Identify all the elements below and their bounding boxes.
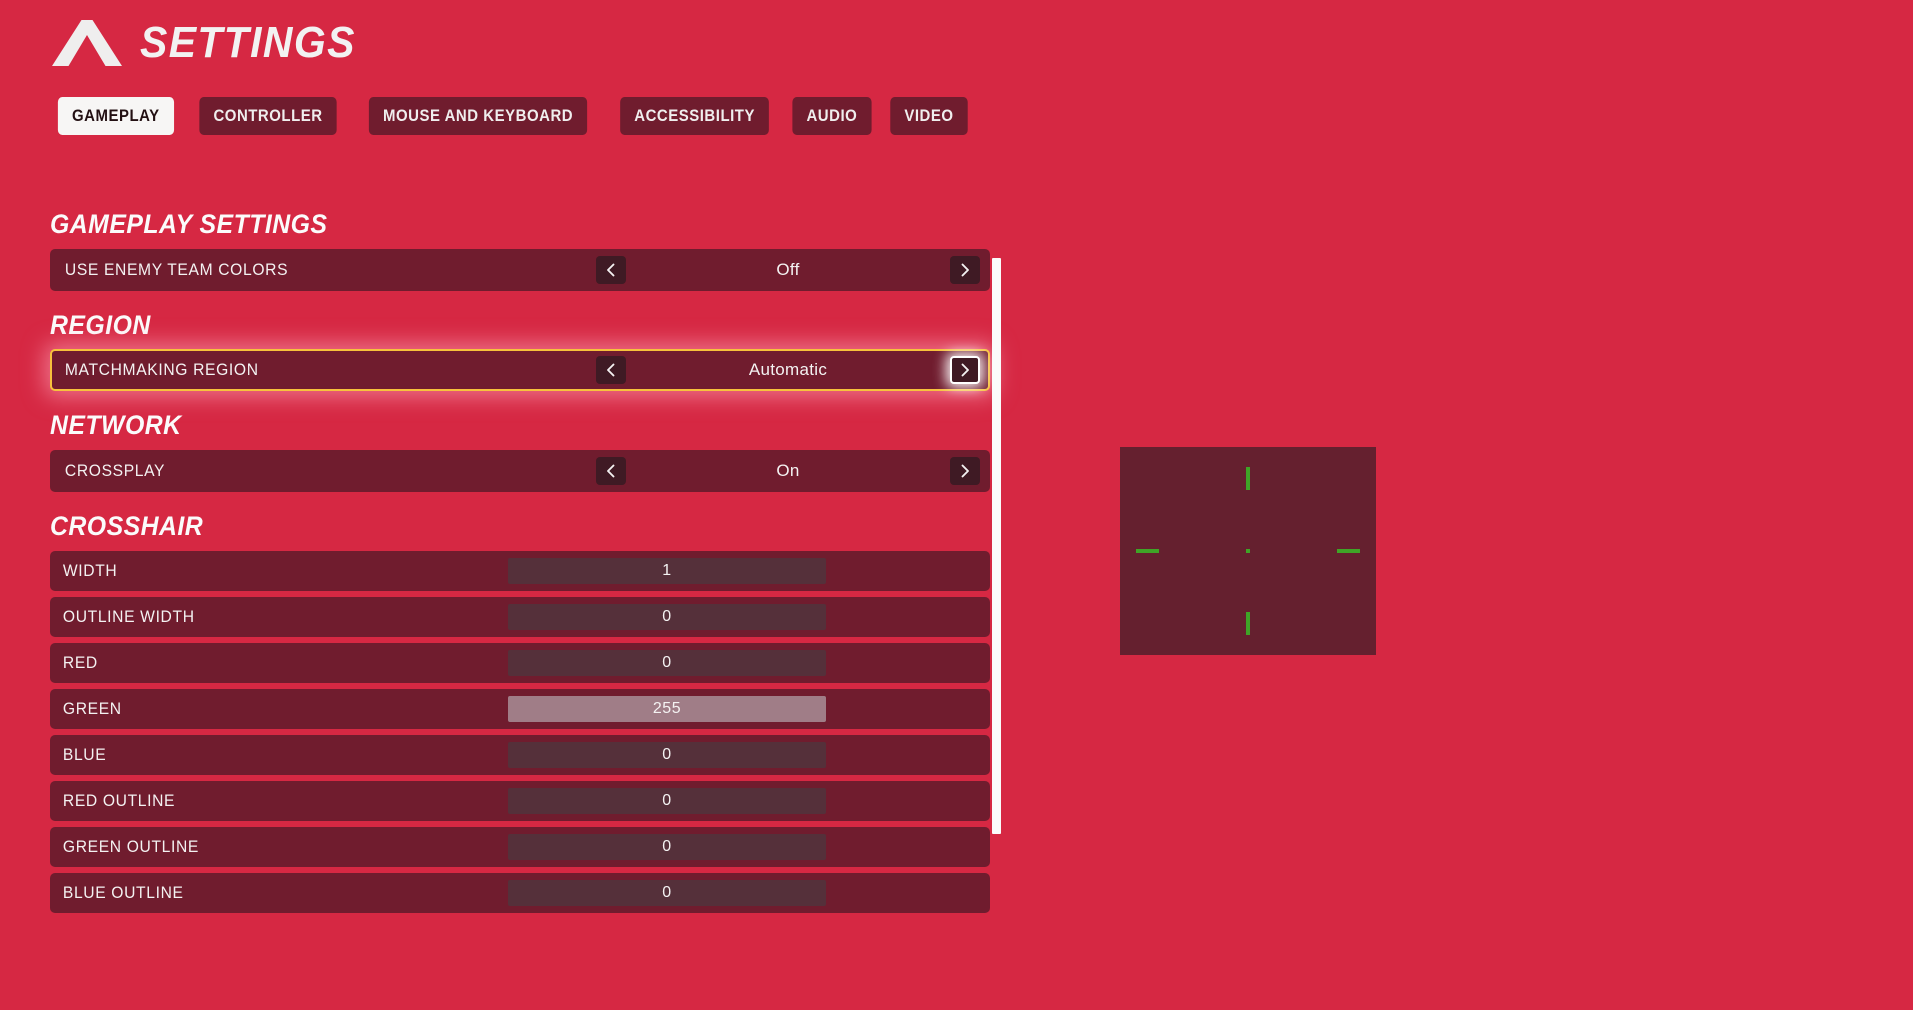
setting-row-crossplay[interactable]: CROSSPLAY On	[50, 450, 990, 493]
setting-label: CROSSPLAY	[64, 461, 166, 481]
slider-value: 1	[662, 561, 672, 579]
slider-track[interactable]: 0	[508, 879, 826, 906]
slider-value: 0	[662, 653, 672, 671]
slider-track[interactable]: 1	[508, 557, 826, 584]
tab-video[interactable]: VIDEO	[889, 97, 968, 135]
crosshair-center-dot	[1246, 549, 1250, 553]
setting-row-blue-outline[interactable]: BLUE OUTLINE 0	[50, 872, 990, 913]
setting-label: RED OUTLINE	[62, 790, 176, 810]
slider-track[interactable]: 0	[508, 787, 826, 814]
chevron-right-icon[interactable]	[950, 356, 980, 385]
slider-track[interactable]: 0	[508, 833, 826, 860]
slider-value: 0	[662, 837, 672, 855]
setting-label: GREEN	[62, 698, 122, 718]
section-title-network: NETWORK	[50, 410, 182, 441]
settings-list: GAMEPLAY SETTINGS USE ENEMY TEAM COLORS Of…	[50, 209, 990, 919]
setting-label: USE ENEMY TEAM COLORS	[64, 259, 289, 279]
setting-row-green[interactable]: GREEN 255	[50, 688, 990, 729]
setting-label: RED	[62, 652, 98, 672]
setting-label: BLUE	[62, 744, 107, 764]
chevron-right-icon[interactable]	[950, 457, 980, 486]
chevron-right-icon[interactable]	[950, 255, 980, 284]
page-title: SETTINGS	[140, 18, 356, 67]
setting-row-use-enemy-team-colors[interactable]: USE ENEMY TEAM COLORS Off	[50, 248, 990, 291]
tab-mouse-and-keyboard[interactable]: MOUSE AND KEYBOARD	[368, 97, 587, 135]
setting-row-blue[interactable]: BLUE 0	[50, 734, 990, 775]
setting-label: MATCHMAKING REGION	[64, 360, 259, 380]
tab-gameplay[interactable]: GAMEPLAY	[57, 97, 174, 135]
crosshair-mark-bottom	[1246, 612, 1250, 635]
crosshair-preview	[1120, 447, 1376, 655]
setting-label: WIDTH	[62, 560, 118, 580]
slider-track[interactable]: 255	[508, 695, 826, 722]
slider-track[interactable]: 0	[508, 603, 826, 630]
slider-track[interactable]: 0	[508, 741, 826, 768]
tab-audio[interactable]: AUDIO	[792, 97, 872, 135]
setting-label: GREEN OUTLINE	[62, 836, 200, 856]
settings-tabbar: GAMEPLAY CONTROLLER MOUSE AND KEYBOARD ACCE…	[50, 97, 973, 135]
section-title-region: REGION	[50, 309, 151, 340]
page-header: SETTINGS	[50, 18, 372, 68]
setting-row-green-outline[interactable]: GREEN OUTLINE 0	[50, 826, 990, 867]
setting-value: Off	[776, 259, 800, 279]
setting-value: On	[776, 461, 800, 481]
chevron-left-icon[interactable]	[596, 457, 626, 486]
slider-value: 255	[652, 699, 682, 717]
setting-row-outline-width[interactable]: OUTLINE WIDTH 0	[50, 596, 990, 637]
chevron-left-icon[interactable]	[596, 255, 626, 284]
tab-controller[interactable]: CONTROLLER	[198, 97, 337, 135]
slider-value: 0	[662, 883, 672, 901]
setting-row-red[interactable]: RED 0	[50, 642, 990, 683]
setting-label: OUTLINE WIDTH	[62, 606, 195, 626]
crosshair-mark-top	[1246, 467, 1250, 490]
settings-scrollbar-track[interactable]	[992, 258, 1001, 834]
crosshair-mark-left	[1136, 549, 1159, 553]
setting-row-red-outline[interactable]: RED OUTLINE 0	[50, 780, 990, 821]
mountain-a-logo-icon	[52, 20, 122, 66]
chevron-left-icon[interactable]	[596, 356, 626, 385]
tab-accessibility[interactable]: ACCESSIBILITY	[619, 97, 769, 135]
setting-label: BLUE OUTLINE	[62, 882, 184, 902]
setting-row-matchmaking-region[interactable]: MATCHMAKING REGION Automatic	[50, 349, 990, 392]
slider-value: 0	[662, 607, 672, 625]
settings-scrollbar-thumb[interactable]	[992, 258, 1001, 834]
slider-track[interactable]: 0	[508, 649, 826, 676]
setting-row-width[interactable]: WIDTH 1	[50, 550, 990, 591]
slider-value: 0	[662, 791, 672, 809]
section-title-gameplay-settings: GAMEPLAY SETTINGS	[50, 209, 328, 239]
section-title-crosshair: CROSSHAIR	[50, 511, 204, 542]
crosshair-mark-right	[1337, 549, 1360, 553]
slider-value: 0	[662, 745, 672, 763]
setting-value: Automatic	[748, 360, 828, 380]
